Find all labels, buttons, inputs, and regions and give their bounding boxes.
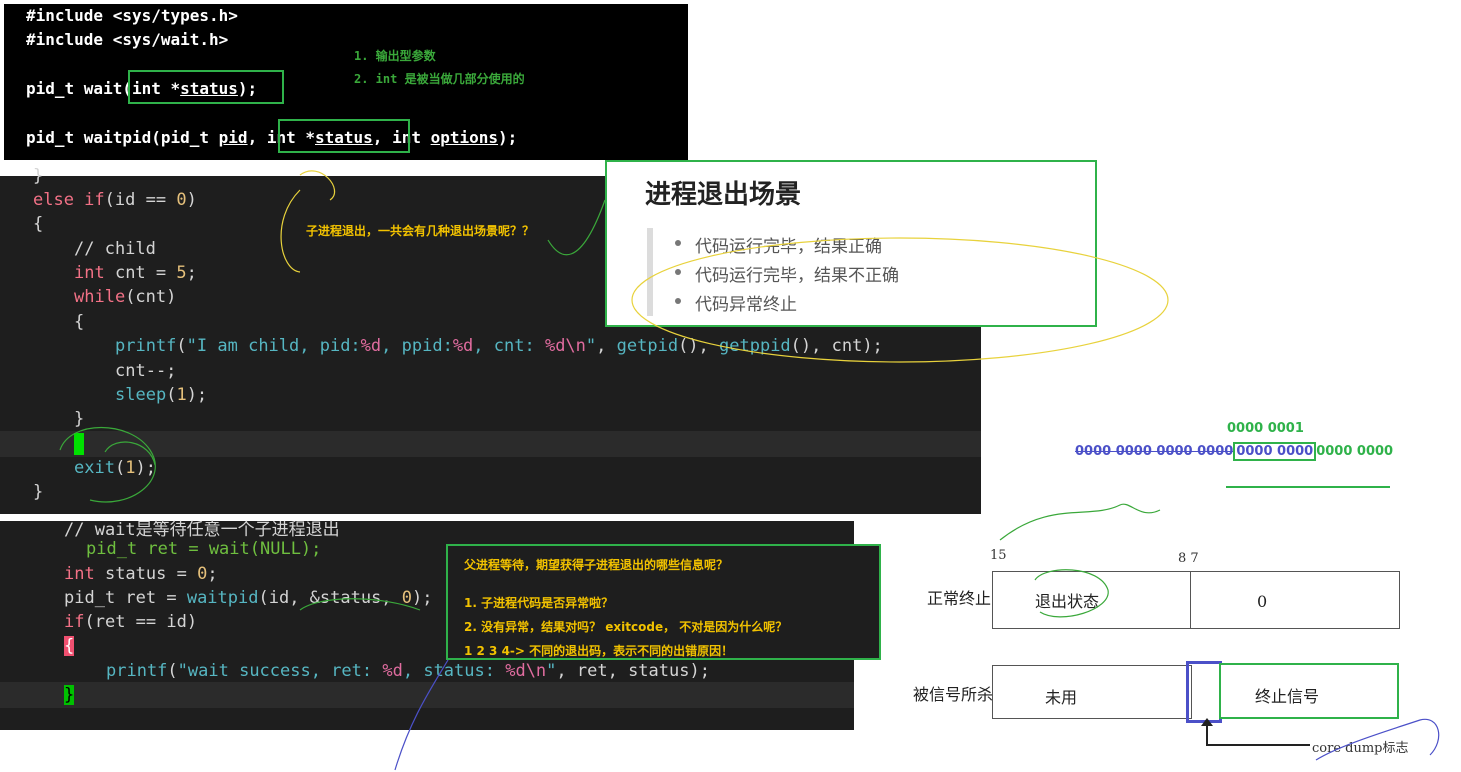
blue-stroke bbox=[394, 659, 449, 771]
green-arrow-stroke bbox=[547, 199, 606, 256]
green-scribble bbox=[104, 441, 156, 466]
green-brace bbox=[999, 503, 1161, 541]
yellow-scribble bbox=[299, 170, 336, 201]
blue-stroke bbox=[1315, 718, 1440, 761]
green-scribble bbox=[299, 598, 421, 611]
yellow-scribble bbox=[280, 189, 301, 273]
yellow-scribble bbox=[631, 237, 1169, 363]
green-scribble bbox=[59, 426, 156, 503]
green-scribble bbox=[1034, 569, 1109, 618]
handwriting-strokes bbox=[59, 170, 1440, 771]
